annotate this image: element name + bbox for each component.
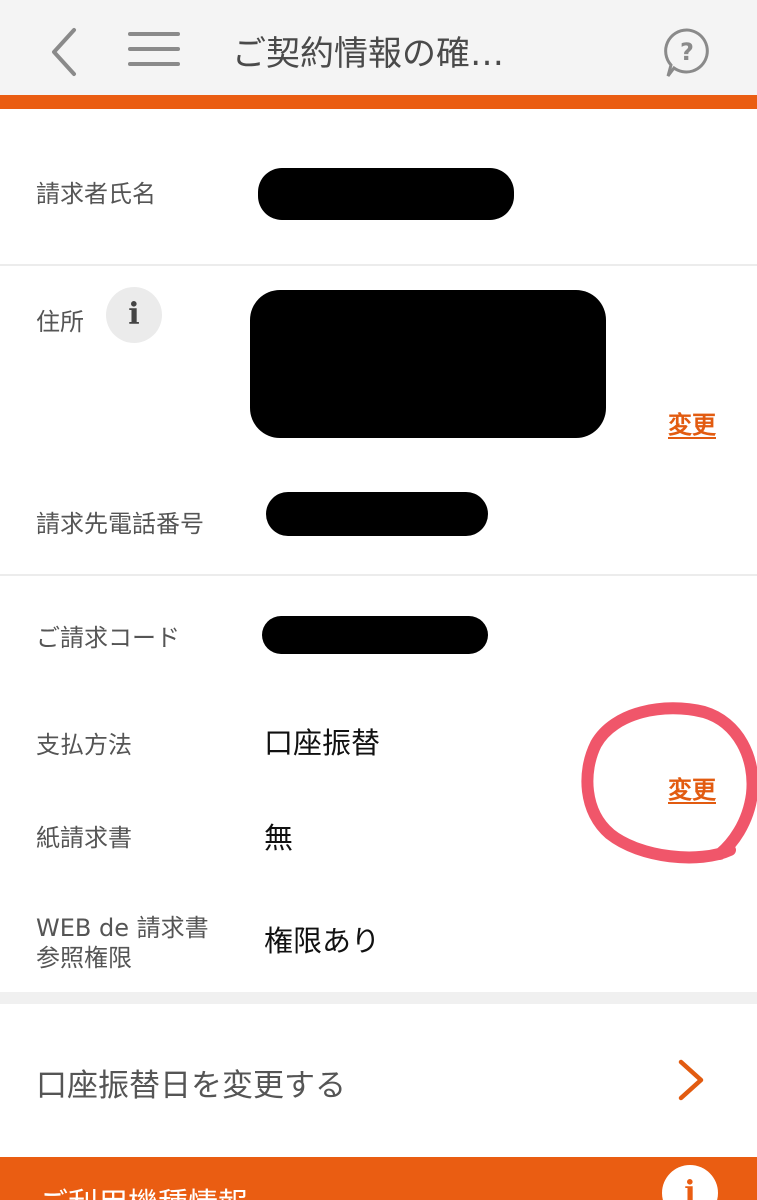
annotation-circle	[581, 702, 757, 864]
header-accent-bar	[0, 95, 757, 109]
chevron-left-icon[interactable]	[44, 24, 84, 80]
payment-method-value: 口座振替	[264, 726, 381, 760]
redacted-billing-name	[258, 168, 514, 220]
info-icon: i	[128, 297, 140, 332]
divider	[0, 264, 757, 266]
divider	[0, 574, 757, 576]
address-label: 住所	[36, 308, 84, 336]
web-bill-value: 権限あり	[264, 924, 381, 958]
redacted-phone	[266, 492, 488, 536]
info-icon: i	[684, 1175, 696, 1200]
billing-name-label: 請求者氏名	[36, 180, 156, 208]
device-info-button[interactable]: i	[662, 1165, 718, 1200]
paper-bill-label: 紙請求書	[36, 824, 132, 852]
device-info-section-header: ご利用機種情報 i	[0, 1157, 757, 1200]
address-change-link[interactable]: 変更	[668, 405, 716, 440]
web-bill-label-line2: 参照権限	[36, 944, 132, 972]
svg-text:?: ?	[680, 38, 694, 66]
device-info-title: ご利用機種情報	[38, 1179, 248, 1200]
change-transfer-date-label: 口座振替日を変更する	[36, 1068, 346, 1104]
help-bubble-icon[interactable]: ?	[662, 26, 712, 82]
phone-label: 請求先電話番号	[36, 510, 204, 538]
redacted-address	[250, 290, 606, 438]
paper-bill-value: 無	[264, 821, 294, 855]
hamburger-menu-icon[interactable]	[128, 30, 180, 70]
section-separator	[0, 992, 757, 1004]
payment-method-label: 支払方法	[36, 731, 132, 759]
address-info-button[interactable]: i	[106, 287, 162, 343]
billing-code-label: ご請求コード	[36, 624, 180, 652]
redacted-billing-code	[262, 616, 488, 654]
app-header: ご契約情報の確… ?	[0, 0, 757, 95]
chevron-right-icon	[678, 1059, 704, 1101]
page-title: ご契約情報の確…	[232, 34, 504, 74]
